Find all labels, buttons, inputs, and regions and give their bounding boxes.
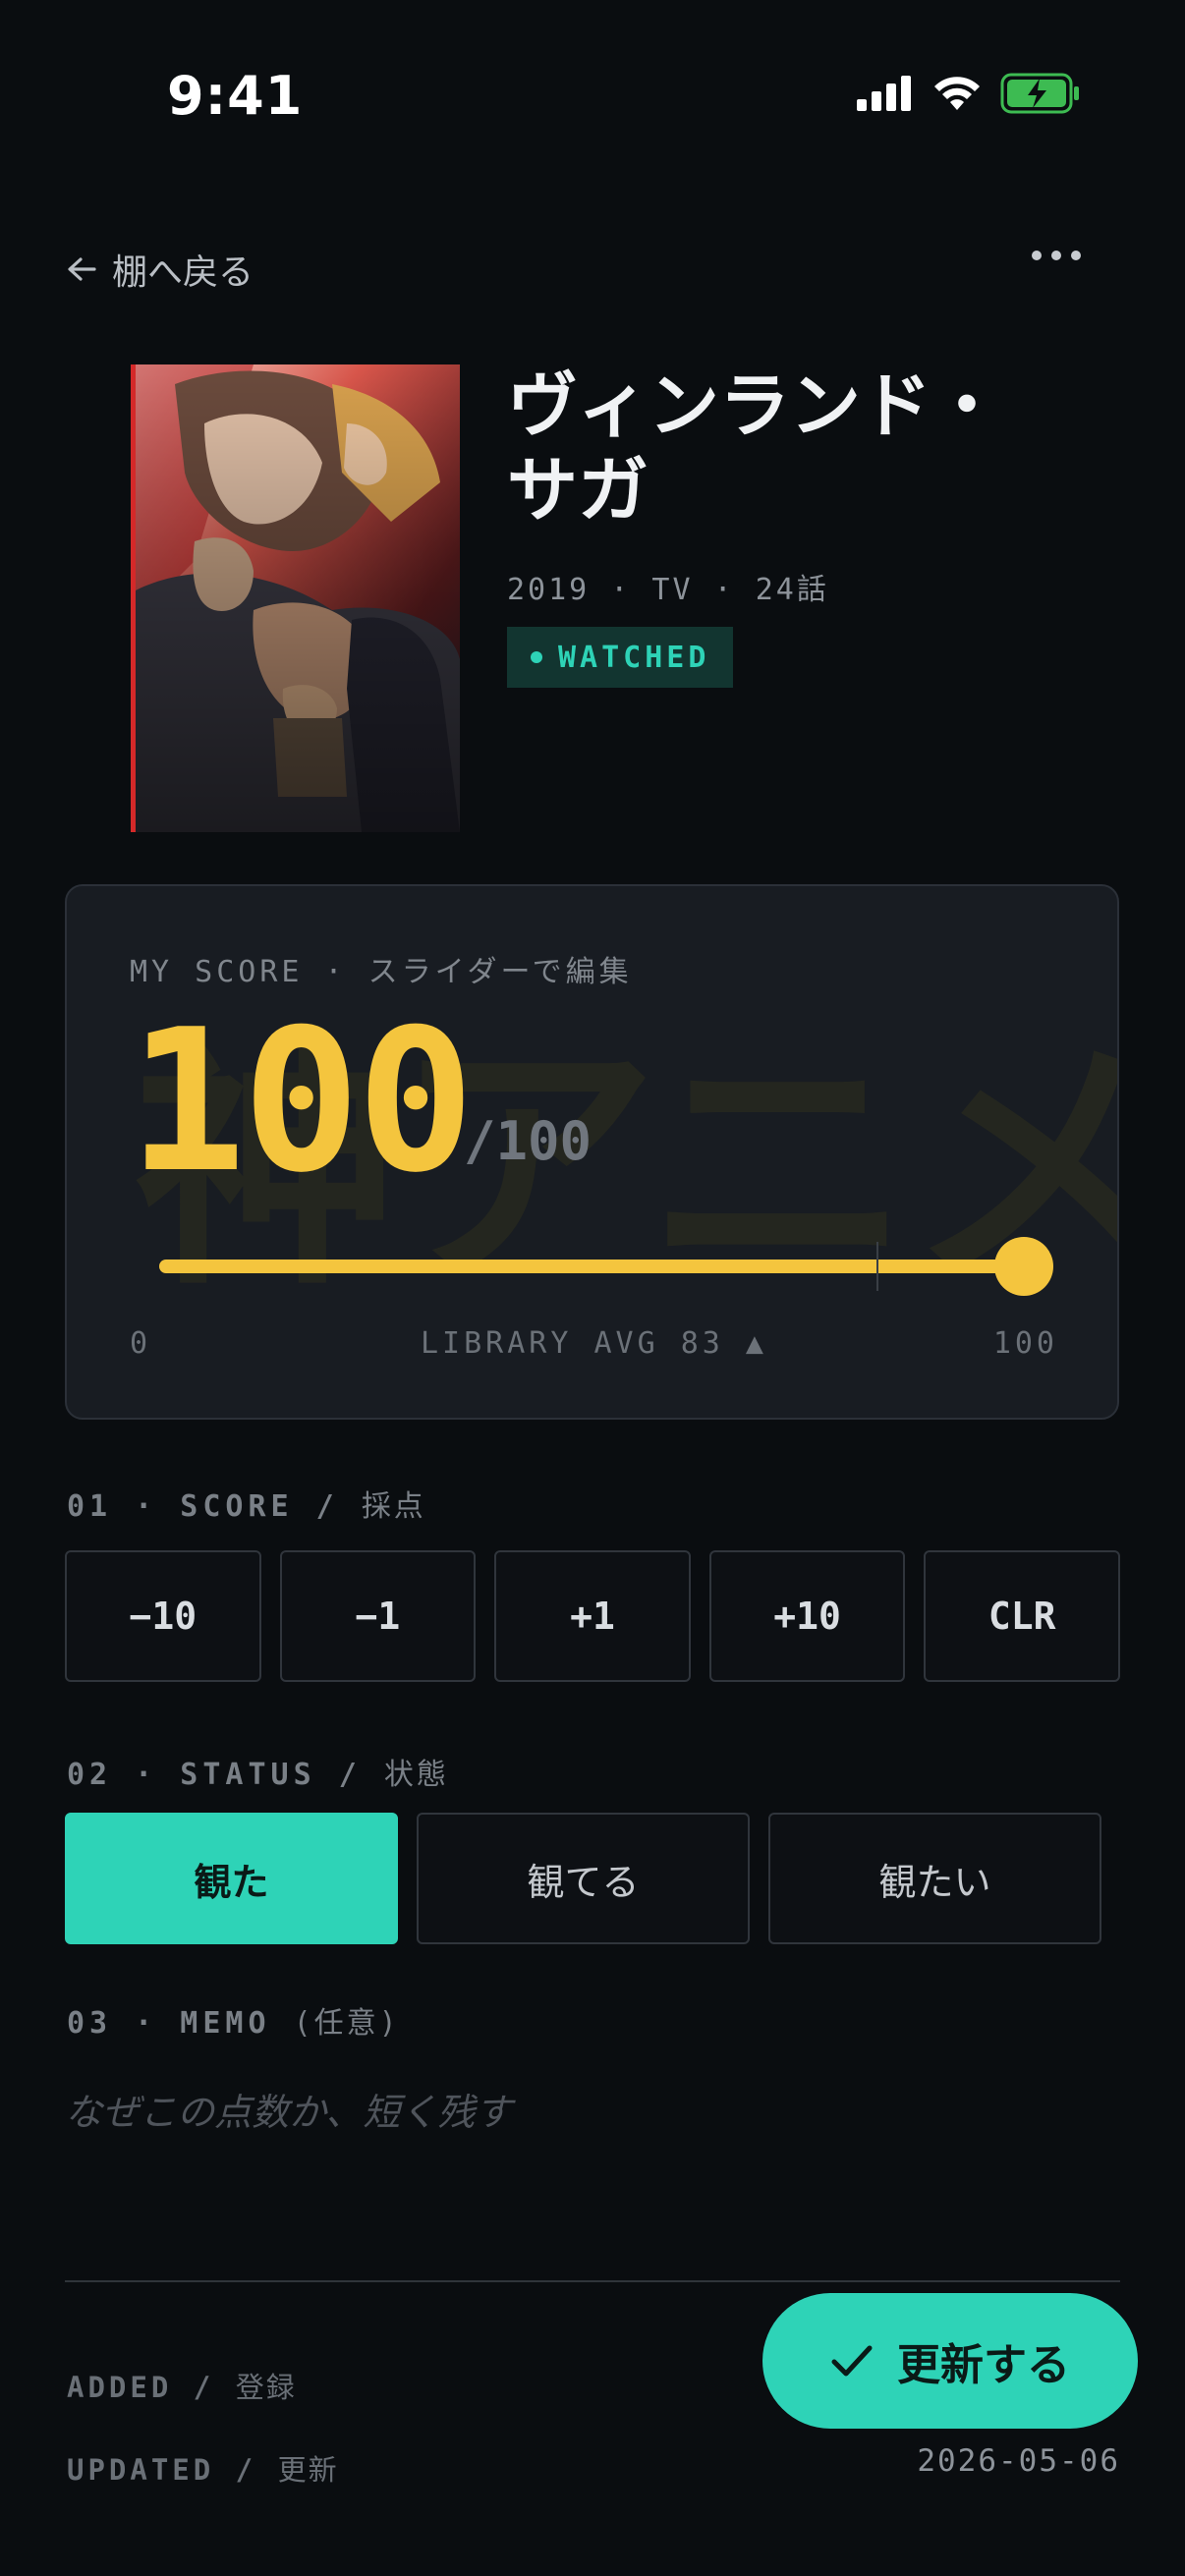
arrow-left-icon bbox=[68, 257, 96, 281]
score-card-label: MY SCORE · スライダーで編集 bbox=[130, 955, 633, 989]
score-minus-10-button[interactable]: −10 bbox=[65, 1550, 261, 1682]
score-slider-fill bbox=[159, 1260, 1024, 1273]
score-minus-1-button[interactable]: −1 bbox=[279, 1550, 477, 1682]
section-score-label: 01 · SCORE / 採点 bbox=[67, 1482, 426, 1525]
score-max: /100 bbox=[464, 1110, 592, 1172]
score-adjust-buttons: −10 −1 +1 +10 CLR bbox=[65, 1550, 1120, 1682]
memo-input[interactable] bbox=[65, 2078, 1120, 2147]
signal-icon bbox=[857, 76, 911, 111]
update-button[interactable]: 更新する bbox=[762, 2293, 1138, 2429]
status-bar: 9:41 bbox=[0, 0, 1185, 187]
added-label-en: ADDED / bbox=[67, 2371, 236, 2404]
updated-value: 2026-05-06 bbox=[917, 2443, 1120, 2479]
library-avg-marker bbox=[876, 1242, 879, 1291]
back-label: 棚へ戻る bbox=[112, 252, 254, 293]
status-watching-button[interactable]: 観てる bbox=[417, 1813, 750, 1944]
status-want-button[interactable]: 観たい bbox=[768, 1813, 1101, 1944]
status-watched-button[interactable]: 観た bbox=[65, 1813, 398, 1944]
updated-label: UPDATED / 更新 bbox=[67, 2447, 339, 2489]
status-buttons: 観た 観てる 観たい bbox=[65, 1813, 1101, 1944]
back-button[interactable]: 棚へ戻る bbox=[65, 244, 254, 295]
more-dot-icon bbox=[1051, 251, 1061, 260]
score-card: MY SCORE · スライダーで編集 神アニメ 100 /100 0 LIBR… bbox=[65, 884, 1119, 1420]
section-memo-label: 03 · MEMO (任意) bbox=[67, 1998, 400, 2042]
added-label: ADDED / 登録 bbox=[67, 2365, 297, 2406]
slider-max-label: 100 bbox=[992, 1326, 1058, 1361]
score-slider-thumb[interactable] bbox=[994, 1237, 1053, 1296]
score-plus-10-button[interactable]: +10 bbox=[708, 1550, 906, 1682]
score-plus-1-button[interactable]: +1 bbox=[494, 1550, 691, 1682]
anime-meta: 2019 · TV · 24話 bbox=[507, 573, 829, 607]
status-time: 9:41 bbox=[167, 65, 304, 127]
more-dot-icon bbox=[1032, 251, 1042, 260]
library-avg-label: LIBRARY AVG 83 ▲ bbox=[421, 1326, 767, 1361]
status-icons bbox=[855, 73, 1081, 114]
update-label: 更新する bbox=[897, 2340, 1070, 2390]
anime-title: ヴィンランド・サガ bbox=[507, 364, 1003, 532]
section-status-label-jp: 状態 bbox=[383, 1758, 449, 1792]
more-options-button[interactable] bbox=[1032, 251, 1081, 260]
section-memo-label-jp: (任意) bbox=[293, 2006, 400, 2041]
score-clear-button[interactable]: CLR bbox=[924, 1550, 1120, 1682]
score-value: 100 bbox=[128, 987, 475, 1216]
badge-dot-icon bbox=[531, 651, 542, 663]
section-status-label: 02 · STATUS / 状態 bbox=[67, 1750, 449, 1793]
updated-label-jp: 更新 bbox=[277, 2453, 339, 2487]
wifi-icon bbox=[934, 77, 980, 110]
section-score-label-en: 01 · SCORE / bbox=[67, 1489, 362, 1524]
section-memo-label-en: 03 · MEMO bbox=[67, 2006, 294, 2041]
status-badge: WATCHED bbox=[507, 627, 734, 688]
battery-charging-icon bbox=[1000, 73, 1079, 114]
divider bbox=[65, 2280, 1120, 2282]
updated-label-en: UPDATED / bbox=[67, 2453, 278, 2487]
added-label-jp: 登録 bbox=[235, 2371, 297, 2404]
check-icon bbox=[831, 2345, 873, 2377]
score-slider-track[interactable] bbox=[159, 1260, 1024, 1273]
more-dot-icon bbox=[1071, 251, 1081, 260]
section-score-label-jp: 採点 bbox=[361, 1489, 426, 1524]
badge-label: WATCHED bbox=[558, 640, 710, 675]
anime-poster bbox=[131, 364, 460, 832]
section-status-label-en: 02 · STATUS / bbox=[67, 1758, 384, 1792]
